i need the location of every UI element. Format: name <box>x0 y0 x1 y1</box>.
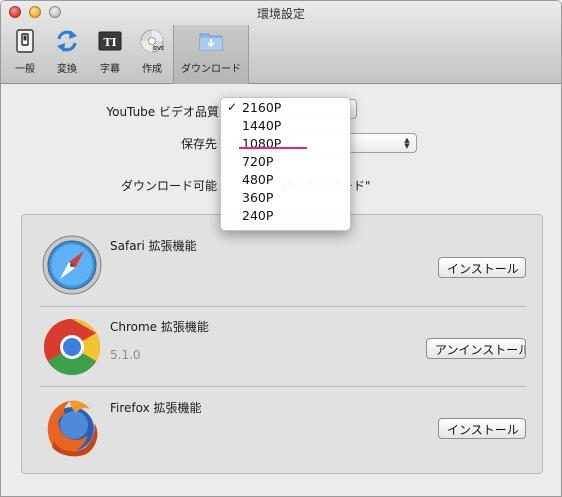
quality-dropdown-menu: ✓ 2160P 1440P 1080P 720P 480P 360P 240P <box>220 97 351 231</box>
quality-option[interactable]: 1440P <box>221 118 350 136</box>
quality-option[interactable]: 1080P <box>221 136 350 154</box>
save-location-label: 保存先 <box>180 137 217 151</box>
extension-version: 5.1.0 <box>110 348 141 362</box>
toolbar-burn[interactable]: DVD 作成 <box>135 29 169 79</box>
divider <box>40 386 526 387</box>
extension-name: Chrome 拡張機能 <box>110 320 209 334</box>
toolbar-convert-label: 変換 <box>57 64 77 75</box>
popup-arrows-icon: ▲ ▼ <box>404 136 410 150</box>
toolbar-burn-label: 作成 <box>142 64 162 75</box>
firefox-logo-icon <box>47 400 98 457</box>
divider <box>40 306 526 307</box>
extension-row-safari: Safari 拡張機能 インストール <box>40 229 526 303</box>
extensions-panel: Safari 拡張機能 インストール Chrome 拡張機能 5.1.0 アンイ… <box>21 214 543 474</box>
toolbar-download[interactable]: ダウンロード <box>181 29 241 79</box>
subtitle-ti-icon: TI <box>98 31 122 51</box>
quality-option[interactable]: 360P <box>221 190 350 208</box>
chrome-uninstall-button[interactable]: アンインストール <box>426 338 526 359</box>
quality-option[interactable]: ✓ 2160P <box>221 100 350 118</box>
toolbar-general[interactable]: 一般 <box>8 29 42 79</box>
firefox-install-button[interactable]: インストール <box>438 418 526 439</box>
toolbar-subtitle[interactable]: TI 字幕 <box>93 29 127 79</box>
toolbar-subtitle-label: 字幕 <box>100 64 120 75</box>
chrome-logo-icon <box>44 319 100 375</box>
toolbar-general-label: 一般 <box>15 64 35 75</box>
download-available-label: ダウンロード可能 <box>120 179 217 193</box>
safari-compass-icon <box>42 235 102 295</box>
quality-option[interactable]: 720P <box>221 154 350 172</box>
quality-option[interactable]: 240P <box>221 208 350 226</box>
preferences-window: 環境設定 一般 変換 TI 字幕 DVD 作成 ダウンロード YouTube ビ… <box>0 0 562 497</box>
convert-arrows-icon <box>57 30 77 52</box>
extension-name: Firefox 拡張機能 <box>110 401 202 415</box>
extension-row-chrome: Chrome 拡張機能 5.1.0 アンインストール <box>40 309 526 389</box>
title-toolbar: 環境設定 一般 変換 TI 字幕 DVD 作成 ダウンロード <box>1 1 561 84</box>
window-title: 環境設定 <box>256 7 305 21</box>
quality-label: YouTube ビデオ品質 <box>106 105 219 119</box>
highlight-underline <box>239 147 307 149</box>
switch-icon <box>16 29 34 53</box>
download-folder-icon <box>199 33 223 51</box>
safari-install-button[interactable]: インストール <box>438 257 526 278</box>
svg-text:TI: TI <box>103 36 116 49</box>
disc-icon: DVD <box>140 29 164 53</box>
quality-option[interactable]: 480P <box>221 172 350 190</box>
checkmark-icon: ✓ <box>227 100 238 114</box>
svg-text:DVD: DVD <box>153 46 164 52</box>
toolbar-download-label: ダウンロード <box>181 64 241 75</box>
toolbar-convert[interactable]: 変換 <box>50 29 84 79</box>
extension-row-firefox: Firefox 拡張機能 インストール <box>40 389 526 469</box>
extension-name: Safari 拡張機能 <box>110 239 197 253</box>
